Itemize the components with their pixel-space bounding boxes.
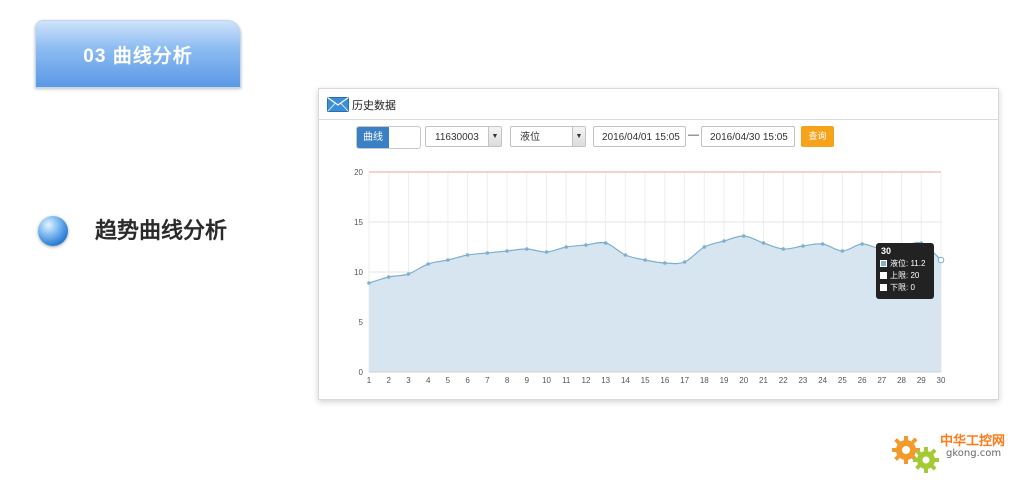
x-tick-label: 2 [386,376,391,385]
x-tick-label: 11 [562,376,571,385]
x-tick-label: 21 [759,376,768,385]
x-tick-label: 14 [621,376,630,385]
data-point [603,241,608,245]
tooltip-row-value: 0 [910,283,915,292]
x-tick-label: 22 [779,376,788,385]
data-point [860,242,864,246]
data-point [937,256,945,264]
data-point [781,247,786,251]
y-tick-label: 0 [359,368,364,377]
data-point [820,242,825,246]
x-tick-label: 30 [937,376,946,385]
x-tick-label: 19 [720,376,729,385]
tooltip-row: 下限: 0 [880,283,915,293]
tooltip-row-label: 下限 [890,283,906,292]
x-tick-label: 9 [525,376,530,385]
x-tick-label: 3 [406,376,411,385]
history-panel: 历史数据 曲线 11630003 ▼ 液位 ▼ 2016/04/01 15:05… [318,88,999,400]
data-point [761,241,766,245]
section-tab: 03 曲线分析 [35,20,241,88]
data-point [505,249,509,253]
data-point [722,239,726,243]
x-tick-label: 29 [917,376,926,385]
x-tick-label: 7 [485,376,490,385]
legend-swatch-icon [880,284,887,291]
x-tick-label: 12 [582,376,591,385]
data-point [485,251,490,255]
tooltip-row-label: 上限 [890,271,906,280]
data-point [682,260,687,264]
gear-logo-icon [892,436,939,473]
section-heading: 趋势曲线分析 [95,218,228,243]
x-tick-label: 24 [818,376,827,385]
data-point [702,245,707,249]
x-tick-label: 13 [601,376,610,385]
x-tick-label: 25 [838,376,847,385]
data-point [367,281,371,285]
data-point [584,243,588,247]
data-point [643,258,647,262]
data-point [544,250,549,254]
y-tick-label: 5 [359,318,364,327]
x-tick-label: 17 [680,376,689,385]
tooltip-title: 30 [881,246,892,256]
logo-text: 中华工控网 [940,434,1006,449]
tooltip-row-label: 液位 [890,259,906,268]
logo-domain: gkong.com [946,448,1002,459]
data-point [406,272,411,276]
x-tick-label: 28 [897,376,906,385]
data-point [426,262,430,266]
tooltip-row: 上限: 20 [880,271,919,281]
x-tick-label: 4 [426,376,431,385]
data-point [801,244,805,248]
x-tick-label: 8 [505,376,510,385]
tooltip-row-value: 11.2 [910,259,926,268]
legend-swatch-icon [880,272,887,279]
data-point [741,234,746,238]
x-tick-label: 20 [739,376,748,385]
x-tick-label: 23 [798,376,807,385]
data-point [524,247,529,251]
y-tick-label: 20 [354,168,363,177]
data-point [465,253,470,257]
gkong-logo: 中华工控网 gkong.com [888,428,1023,480]
x-tick-label: 27 [877,376,886,385]
data-point [840,249,845,253]
area-fill [369,235,941,372]
tooltip-row-value: 20 [910,271,920,280]
data-point [446,258,450,262]
y-tick-label: 15 [354,218,363,227]
x-tick-label: 6 [465,376,470,385]
x-tick-label: 5 [446,376,451,385]
tooltip-row: 液位: 11.2 [880,259,925,269]
y-tick-label: 10 [354,268,363,277]
bullet-ball-icon [38,216,68,246]
x-tick-label: 1 [367,376,372,385]
data-point [663,261,667,265]
data-point [386,275,391,279]
section-tab-label: 03 曲线分析 [83,45,193,67]
chart-tooltip: 30 液位: 11.2 上限: 20 下限: 0 [876,243,934,299]
x-tick-label: 26 [858,376,867,385]
data-point [623,253,628,257]
data-point [564,245,569,249]
x-tick-label: 10 [542,376,551,385]
legend-swatch-icon [880,260,887,267]
x-tick-label: 18 [700,376,709,385]
x-tick-label: 16 [660,376,669,385]
x-tick-label: 15 [641,376,650,385]
